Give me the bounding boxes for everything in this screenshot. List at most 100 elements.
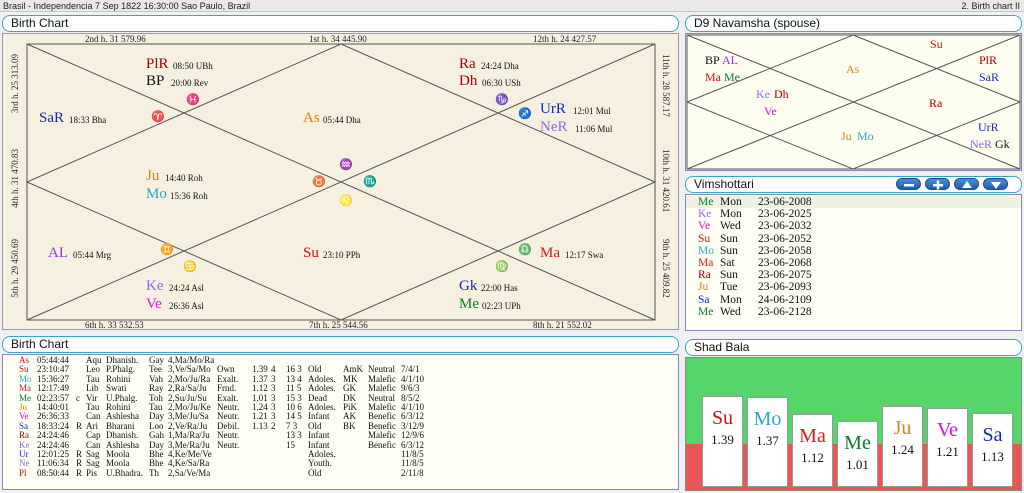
planet-ra-deg: 24:24 Dha [481, 61, 519, 71]
d9-gk: Gk [995, 137, 1010, 151]
minus-icon [904, 184, 914, 187]
table-row[interactable]: Ra 24:24:46 Cap Dhanish. Gah 1,Ma/Ra/Ju Neutr.… [3, 430, 678, 440]
table-row[interactable]: Ve 26:36:33 Can Ashlesha Day 3,Me/Ju/Sa Neutr.… [3, 411, 678, 421]
table-row[interactable]: Ma 12:17:49 Lib Swati Ray 2,Ra/Sa/Ju Frnd. 1.12… [3, 383, 678, 393]
dasha-day: Mon [720, 293, 742, 306]
shadbala-bar-value: 1.13 [981, 449, 1004, 464]
house-label-3: 3rd h. 25 313.09 [10, 54, 20, 114]
shadbala-bar-label: Ma [799, 425, 826, 447]
dasha-day: Sun [720, 244, 738, 257]
sign-sagittarius-icon: ♐ [518, 108, 532, 120]
house-label-10: 10th h. 31 420.61 [661, 149, 671, 213]
planet-ke: Ke [146, 278, 164, 294]
dasha-date: 23-06-2025 [758, 208, 812, 221]
dasha-row[interactable]: Su Sun 23-06-2052 [686, 233, 1021, 245]
dasha-day: Sat [720, 256, 735, 269]
planet-ve-deg: 26:36 Asl [169, 301, 204, 311]
table-panel-title[interactable]: Birth Chart [2, 336, 679, 353]
table-row[interactable]: Ju 14:40:01 Tau Rohini Tau 2,Mo/Ju/Ke Neutr. 1.… [3, 402, 678, 412]
dasha-row[interactable]: Ra Sun 23-06-2075 [686, 269, 1021, 281]
shadbala-bar-value: 1.12 [801, 450, 824, 465]
d9-as: As [846, 62, 860, 76]
dasha-row[interactable]: Sa Mon 24-06-2109 [686, 294, 1021, 306]
chart-lines [25, 43, 657, 321]
scroll-up-button[interactable] [954, 178, 979, 190]
house-label-11: 11th h. 28 587.17 [661, 54, 671, 117]
dasha-day: Mon [720, 208, 742, 221]
cell-age: Old [308, 467, 322, 478]
d9-ra: Ra [929, 96, 943, 110]
shadbala-bar-value: 1.39 [711, 432, 734, 447]
shadbala-chart: Su 1.39 Mo 1.37 Ma 1.12 Me 1.01 Ju 1.24 Ve 1.21 Sa 1.… [685, 357, 1022, 491]
table-row[interactable]: Me 02:23:57 c Vir U.Phalg. Toh 2,Su/Ju/Su Exalt… [3, 393, 678, 403]
shadbala-panel-title[interactable]: Shad Bala [685, 339, 1022, 356]
d9-ner: NeR [970, 137, 992, 151]
planet-ke-deg: 24:24 Asl [169, 283, 204, 293]
planet-ner-deg: 11:06 Mul [575, 124, 613, 134]
shadbala-bar-me: Me 1.01 [837, 421, 878, 487]
vimshottari-list[interactable]: Me Mon 23-06-2008 Ke Mon 23-06-2025 Ve Wed 23-06… [685, 194, 1022, 331]
d9-al: AL [722, 53, 738, 67]
cell-a: 15 [286, 439, 295, 450]
sign-capricorn-icon: ♑ [495, 94, 509, 106]
d9-me: Me [724, 70, 740, 84]
scroll-down-button[interactable] [983, 178, 1008, 190]
planet-sar-deg: 18:33 Bha [69, 115, 107, 125]
dasha-lord: Ma [698, 256, 714, 269]
dasha-lord: Ju [698, 281, 709, 294]
dasha-lord: Ra [698, 269, 711, 282]
planet-gk: Gk [459, 278, 478, 294]
table-row[interactable]: Ke 24:24:46 Can Ashlesha Day 3,Me/Ra/Ju Neutr.… [3, 439, 678, 450]
dasha-date: 23-06-2058 [758, 244, 812, 257]
planet-bp: BP [146, 73, 165, 89]
dasha-lord: Me [698, 305, 714, 318]
table-row[interactable]: As 05:44:44 Aqu Dhanish. Gay 4,Ma/Mo/Ra [3, 355, 678, 365]
cell-sb: 1.13 [252, 420, 268, 431]
cell-r: R [76, 420, 83, 431]
planet-mo-deg: 15:36 Roh [170, 191, 208, 201]
d9-mo: Mo [857, 129, 874, 143]
dasha-day: Wed [720, 305, 741, 318]
table-row[interactable]: Ur 12:01:25 R Sag Moola Bhe 4,Ke/Me/Ve Adoles. 1… [3, 449, 678, 459]
cell-nat: Benefic [368, 439, 396, 450]
shadbala-bar-label: Ju [893, 417, 912, 439]
navamsha-diagram[interactable]: Su BP AL Ma Me As PlR SaR Ke Dh Ve Ra Ju… [685, 33, 1022, 171]
table-row[interactable]: Ne 11:06:34 R Sag Moola Bhe 4,Ke/Sa/Ra Youth. 11… [3, 458, 678, 468]
dasha-row[interactable]: Ma Sat 23-06-2068 [686, 257, 1021, 269]
dasha-date: 23-06-2068 [758, 256, 812, 269]
planet-ma-deg: 12:17 Swa [565, 250, 604, 260]
planet-urr: UrR [540, 101, 566, 117]
dasha-lord: Mo [698, 244, 714, 257]
d9-ve: Ve [764, 104, 777, 118]
birth-chart-panel-title[interactable]: Birth Chart [2, 15, 679, 32]
table-row[interactable]: Pl 08:50:44 R Pis U.Bhadra. Th 2,Sa/Ve/Ma Old 2/… [3, 467, 678, 478]
shadbala-title-text: Shad Bala [694, 340, 750, 354]
vimshottari-title-text: Vimshottari [694, 177, 754, 191]
collapse-button[interactable] [896, 178, 921, 190]
table-row[interactable]: Mo 15:36:27 Tau Rohini Vah 2,Mo/Ju/Ra Exalt. 1.… [3, 374, 678, 384]
cell-ak: BK [343, 420, 356, 431]
dasha-row[interactable]: Ke Mon 23-06-2025 [686, 208, 1021, 220]
birth-chart-diagram[interactable]: 2nd h. 31 579.96 1st h. 34 445.90 12th h… [2, 33, 679, 330]
expand-button[interactable] [925, 178, 950, 190]
table-row[interactable]: Sa 18:33:24 R Ari Bharani Loo 2,Ve/Ra/Ju Debil.… [3, 420, 678, 431]
shadbala-bar-value: 1.24 [891, 442, 914, 457]
sign-scorpio-icon: ♏ [363, 176, 377, 188]
navamsha-title-text: D9 Navamsha (spouse) [694, 16, 821, 30]
shadbala-bar-ju: Ju 1.24 [882, 406, 923, 487]
cell-p: Pl [19, 467, 27, 478]
d9-sar: SaR [979, 70, 1000, 84]
dasha-lord: Su [698, 232, 711, 245]
navamsha-panel-title[interactable]: D9 Navamsha (spouse) [685, 15, 1022, 32]
planet-su-deg: 23:10 PPh [323, 250, 361, 260]
shadbala-bar-mo: Mo 1.37 [747, 397, 788, 487]
house-label-4: 4th h. 31 470.83 [10, 149, 20, 208]
planet-table[interactable]: As 05:44:44 Aqu Dhanish. Gay 4,Ma/Mo/Ra Su 23:1… [2, 354, 679, 490]
dasha-row[interactable]: Ve Wed 23-06-2032 [686, 220, 1021, 232]
dasha-row[interactable]: Ju Tue 23-06-2093 [686, 281, 1021, 293]
dasha-row[interactable]: Me Mon 23-06-2008 [686, 196, 1021, 209]
table-row[interactable]: Su 23:10:47 Leo P.Phalg. Tee 3,Ve/Sa/Mo Own 1.3… [3, 364, 678, 374]
dasha-row[interactable]: Mo Sun 23-06-2058 [686, 245, 1021, 257]
dasha-row[interactable]: Me Wed 23-06-2128 [686, 306, 1021, 318]
dasha-date: 23-06-2052 [758, 232, 812, 245]
